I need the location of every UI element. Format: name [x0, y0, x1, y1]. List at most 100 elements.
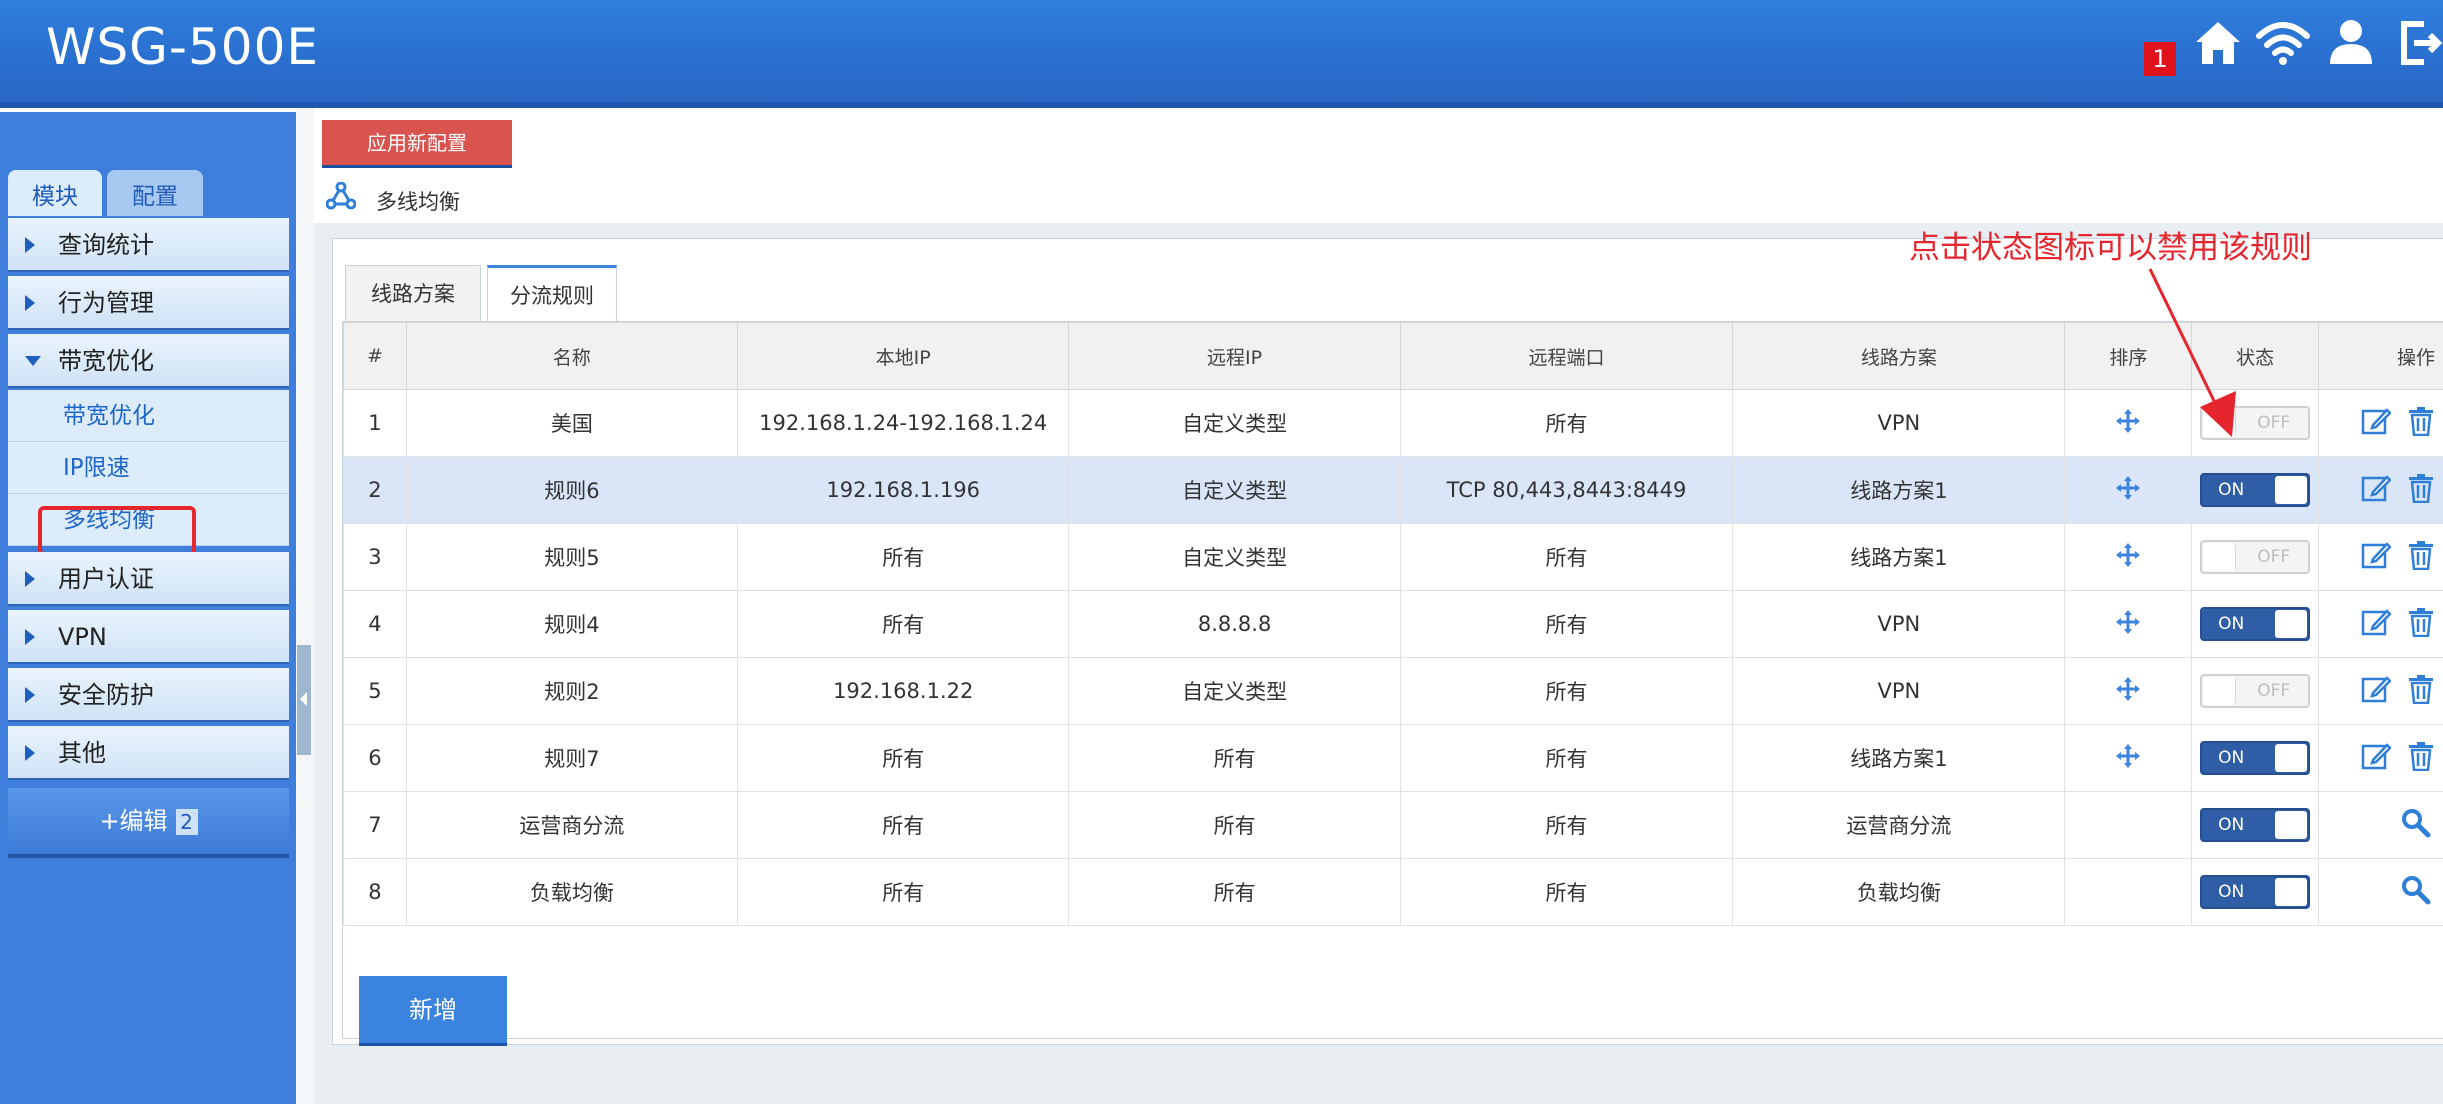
wifi-icon[interactable] [2256, 18, 2310, 68]
sidebar-tab-modules[interactable]: 模块 [8, 170, 102, 216]
cell-status: ON [2191, 590, 2320, 658]
status-toggle[interactable]: ON [2200, 875, 2311, 909]
table-row[interactable]: 6 规则7 所有 所有 所有 线路方案1 ON [343, 724, 2443, 792]
cell-name: 规则6 [405, 456, 738, 524]
trash-icon[interactable] [2407, 540, 2435, 575]
menu-item-query-stats[interactable]: 查询统计 [8, 218, 289, 272]
cell-local-ip: 所有 [736, 523, 1070, 591]
cell-remote-ip: 所有 [1068, 858, 1401, 926]
edit-icon[interactable] [2361, 741, 2392, 776]
cell-num: 6 [343, 724, 407, 792]
menu-item-label: VPN [58, 623, 107, 651]
tab-line-plan[interactable]: 线路方案 [345, 265, 481, 321]
cell-sort [2064, 858, 2193, 926]
menu-item-user-auth[interactable]: 用户认证 [8, 552, 289, 606]
menu-item-label: 查询统计 [58, 231, 154, 259]
col-header-name: 名称 [405, 322, 738, 390]
trash-icon[interactable] [2407, 607, 2435, 642]
move-icon[interactable] [2115, 609, 2141, 640]
cell-sort [2064, 590, 2193, 658]
trash-icon[interactable] [2407, 473, 2435, 508]
collapse-sidebar-handle[interactable] [297, 645, 311, 755]
status-toggle-label: OFF [2257, 681, 2291, 701]
submenu-item-bandwidth-opt[interactable]: 带宽优化 [8, 390, 289, 442]
cell-local-ip: 192.168.1.22 [736, 657, 1070, 725]
table-row[interactable]: 2 规则6 192.168.1.196 自定义类型 TCP 80,443,8443:84… [343, 456, 2443, 524]
notification-badge[interactable]: 1 [2144, 42, 2176, 76]
annotation-arrow-icon [2148, 268, 2236, 437]
edit-icon[interactable] [2361, 473, 2392, 508]
search-icon[interactable] [2401, 875, 2431, 910]
status-toggle[interactable]: ON [2200, 808, 2311, 842]
edit-icon[interactable] [2361, 607, 2392, 642]
status-toggle[interactable]: ON [2200, 607, 2311, 641]
breadcrumb: 多线均衡 [376, 190, 460, 214]
cell-name: 负载均衡 [405, 858, 738, 926]
status-toggle[interactable]: ON [2200, 741, 2311, 775]
menu-item-behavior[interactable]: 行为管理 [8, 276, 289, 330]
table-row[interactable]: 7 运营商分流 所有 所有 所有 运营商分流 ON [343, 791, 2443, 859]
move-icon[interactable] [2115, 408, 2141, 439]
menu-item-bandwidth[interactable]: 带宽优化 [8, 334, 289, 388]
trash-icon[interactable] [2407, 406, 2435, 441]
submenu-item-ip-limit[interactable]: IP限速 [8, 442, 289, 494]
cell-line-plan: 运营商分流 [1732, 791, 2066, 859]
cell-name: 规则5 [405, 523, 738, 591]
cell-name: 美国 [405, 389, 738, 457]
cell-local-ip: 所有 [736, 858, 1070, 926]
status-toggle[interactable]: OFF [2200, 674, 2311, 708]
edit-icon[interactable] [2361, 540, 2392, 575]
apply-config-button[interactable]: 应用新配置 [322, 120, 512, 168]
menu-item-other[interactable]: 其他 [8, 726, 289, 780]
menu-item-vpn[interactable]: VPN [8, 610, 289, 664]
rules-table-frame: # 名称 本地IP 远程IP 远程端口 线路方案 排序 状态 操作 1 美国 192… [342, 321, 2443, 1039]
user-icon[interactable] [2328, 18, 2374, 68]
add-rule-button[interactable]: 新增 [359, 976, 507, 1046]
table-row[interactable]: 5 规则2 192.168.1.22 自定义类型 所有 VPN OFF [343, 657, 2443, 725]
cell-num: 4 [343, 590, 407, 658]
trash-icon[interactable] [2407, 741, 2435, 776]
table-row[interactable]: 3 规则5 所有 自定义类型 所有 线路方案1 OFF [343, 523, 2443, 591]
status-toggle[interactable]: ON [2200, 473, 2311, 507]
cell-local-ip: 所有 [736, 590, 1070, 658]
move-icon[interactable] [2115, 676, 2141, 707]
cell-remote-port: 所有 [1399, 590, 1734, 658]
edit-menu-button[interactable]: +编辑 2 [8, 788, 289, 858]
search-icon[interactable] [2401, 808, 2431, 843]
move-icon[interactable] [2115, 475, 2141, 506]
table-row[interactable]: 8 负载均衡 所有 所有 所有 负载均衡 ON [343, 858, 2443, 926]
move-icon[interactable] [2115, 542, 2141, 573]
tab-traffic-rules[interactable]: 分流规则 [487, 265, 617, 323]
col-header-actions: 操作 [2318, 322, 2443, 390]
cell-sort [2064, 523, 2193, 591]
table-row[interactable]: 1 美国 192.168.1.24-192.168.1.24 自定义类型 所有 VPN OF… [343, 389, 2443, 457]
caret-right-icon [25, 629, 35, 645]
cell-remote-port: 所有 [1399, 858, 1734, 926]
cell-name: 规则7 [405, 724, 738, 792]
cell-actions [2318, 858, 2443, 926]
network-icon [326, 182, 356, 210]
edit-icon[interactable] [2361, 406, 2392, 441]
edit-icon[interactable] [2361, 674, 2392, 709]
menu-item-label: 用户认证 [58, 565, 154, 593]
table-row[interactable]: 4 规则4 所有 8.8.8.8 所有 VPN ON [343, 590, 2443, 658]
toggle-knob [2203, 543, 2237, 571]
menu-item-label: 安全防护 [58, 681, 154, 709]
logout-icon[interactable] [2398, 18, 2443, 68]
highlight-box [38, 506, 196, 556]
status-toggle[interactable]: OFF [2200, 540, 2311, 574]
caret-right-icon [25, 687, 35, 703]
cell-remote-port: 所有 [1399, 657, 1734, 725]
cell-actions [2318, 791, 2443, 859]
cell-actions [2318, 389, 2443, 457]
cell-remote-port: 所有 [1399, 389, 1734, 457]
toggle-knob [2275, 476, 2308, 504]
caret-right-icon [25, 745, 35, 761]
move-icon[interactable] [2115, 743, 2141, 774]
status-toggle-label: OFF [2257, 413, 2291, 433]
trash-icon[interactable] [2407, 674, 2435, 709]
sidebar-tab-config[interactable]: 配置 [107, 170, 203, 216]
menu-item-security[interactable]: 安全防护 [8, 668, 289, 722]
home-icon[interactable] [2193, 18, 2243, 68]
cell-local-ip: 192.168.1.24-192.168.1.24 [736, 389, 1070, 457]
